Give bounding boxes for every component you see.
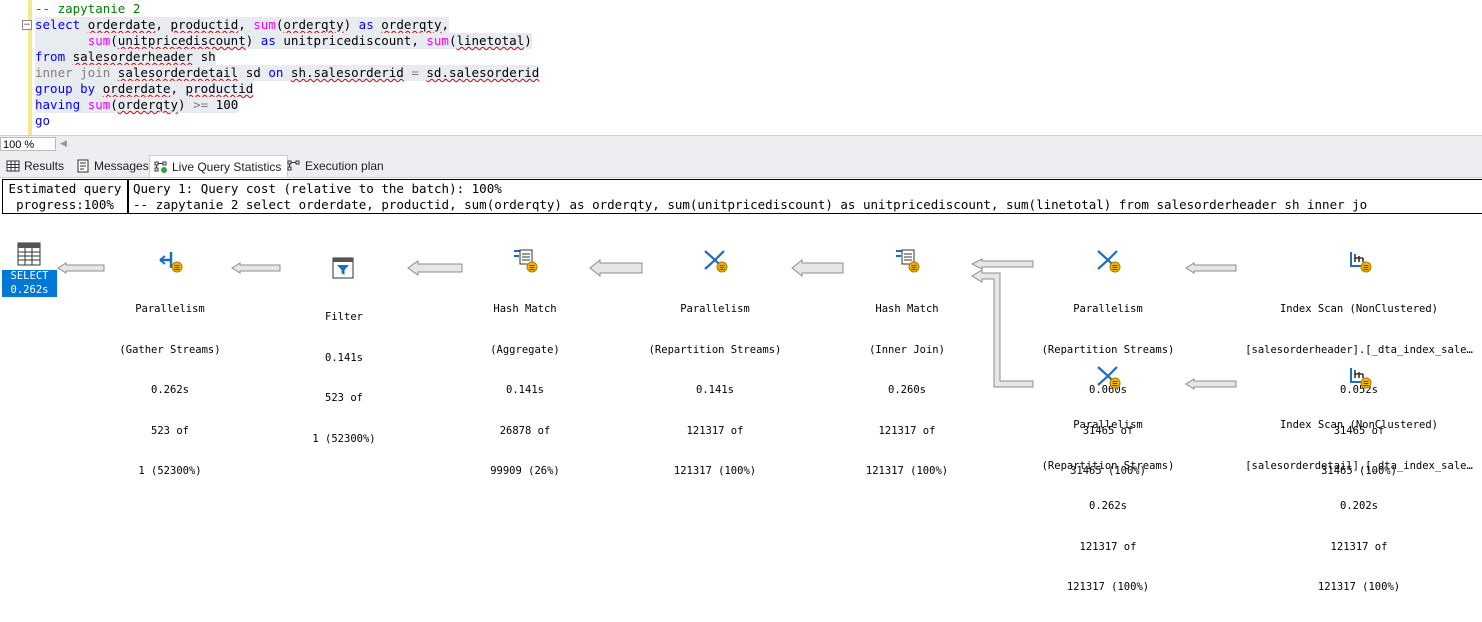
filter-rows: 523 of: [325, 392, 363, 404]
filter-time: 0.141s: [325, 351, 363, 364]
repart1-sub: (Repartition Streams): [648, 343, 782, 356]
arrow-hashagg-filter: [407, 260, 463, 276]
hashjoin-rows: 121317 of: [878, 424, 936, 437]
messages-icon: [77, 159, 89, 173]
arrow-hashjoin-repart1: [791, 258, 844, 278]
gather-name: Parallelism: [135, 303, 205, 315]
editor-status-bar: 100 % ◀: [0, 135, 1482, 153]
hashjoin-sub: (Inner Join): [869, 343, 945, 356]
scan2-rows: 121317 of: [1330, 540, 1388, 553]
scroll-left-icon[interactable]: ◀: [60, 138, 67, 149]
progress-label-1: Estimated query: [8, 181, 122, 196]
tab-messages-label: Messages: [94, 159, 149, 173]
plan-node-index-scan-detail[interactable]: Index Scan (NonClustered) [salesorderdet…: [1236, 337, 1482, 622]
select-icon[interactable]: [17, 242, 41, 266]
repart1-time: 0.141s: [696, 384, 734, 396]
select-node-time: 0.262s: [10, 283, 49, 296]
scan2-est: 121317 (100%): [1317, 581, 1401, 593]
filter-icon: [332, 257, 354, 279]
filter-name: Filter: [325, 311, 363, 323]
code-line-3[interactable]: sum(unitpricediscount) as unitpricedisco…: [35, 33, 532, 49]
plan-node-hash-match-aggregate[interactable]: Hash Match (Aggregate) 0.141s 26878 of 9…: [465, 221, 585, 506]
hashjoin-est: 121317 (100%): [865, 465, 949, 477]
arrow-repart3-hashjoin: [971, 269, 1034, 388]
tab-results[interactable]: Results: [2, 156, 70, 176]
arrow-repart2-hashjoin: [970, 258, 1034, 270]
hashagg-est: 99909 (26%): [490, 465, 560, 477]
query-cost-text: Query 1: Query cost (relative to the bat…: [133, 181, 502, 196]
repart3-sub: (Repartition Streams): [1041, 459, 1175, 472]
arrow-filter-gather: [231, 262, 281, 274]
code-line-1[interactable]: -- zapytanie 2: [35, 1, 140, 17]
repart3-est: 121317 (100%): [1066, 581, 1150, 593]
tab-messages[interactable]: Messages: [72, 156, 155, 176]
hashjoin-name: Hash Match: [875, 303, 939, 315]
code-line-4[interactable]: from salesorderheader sh: [35, 49, 216, 65]
hashagg-sub: (Aggregate): [490, 343, 560, 356]
repart3-name: Parallelism: [1073, 419, 1143, 431]
grid-icon: [6, 160, 20, 172]
repart2-name: Parallelism: [1073, 303, 1143, 315]
filter-est: 1 (52300%): [312, 432, 376, 445]
parallelism-repartition-icon: [1097, 366, 1121, 389]
hash-match-icon: [514, 249, 538, 273]
zoom-dropdown[interactable]: 100 %: [0, 137, 56, 151]
parallelism-repartition-icon: [1097, 250, 1121, 273]
query-header-box: Query 1: Query cost (relative to the bat…: [128, 179, 1482, 214]
arrow-repart1-hashagg: [589, 258, 643, 278]
tab-execution-plan[interactable]: Execution plan: [283, 156, 390, 176]
execution-plan-canvas[interactable]: SELECT 0.262s Parallelism (Gather Stream…: [0, 215, 1482, 593]
repart3-rows: 121317 of: [1079, 540, 1137, 553]
scan1-name: Index Scan (NonClustered): [1279, 303, 1439, 315]
collapse-toggle[interactable]: −: [22, 20, 32, 30]
plan-node-filter[interactable]: Filter 0.141s 523 of 1 (52300%): [296, 229, 392, 473]
index-scan-icon: [1350, 368, 1372, 389]
repart1-est: 121317 (100%): [673, 465, 757, 477]
gather-time: 0.262s: [151, 384, 189, 396]
code-line-6[interactable]: group by orderdate, productid: [35, 81, 254, 97]
gather-rows: 523 of: [151, 424, 189, 437]
plan-node-gather-streams[interactable]: Parallelism (Gather Streams) 0.262s 523 …: [110, 221, 230, 506]
plan-node-repartition-streams-3[interactable]: Parallelism (Repartition Streams) 0.262s…: [1033, 337, 1183, 622]
arrow-gather-select: [57, 262, 105, 274]
scan2-name: Index Scan (NonClustered): [1279, 419, 1439, 431]
live-stats-icon: [154, 161, 167, 173]
parallelism-gather-icon: [159, 252, 183, 273]
estimated-progress-box: Estimated query progress:100%: [2, 179, 128, 214]
tab-results-label: Results: [24, 159, 65, 173]
gather-sub: (Gather Streams): [119, 343, 221, 356]
hashjoin-time: 0.260s: [888, 384, 926, 396]
plan-node-hash-match-inner-join[interactable]: Hash Match (Inner Join) 0.260s 121317 of…: [847, 221, 967, 506]
tab-live-query-statistics-label: Live Query Statistics: [172, 159, 282, 174]
arrow-scan2-repart3: [1185, 378, 1237, 390]
repart1-rows: 121317 of: [686, 424, 744, 437]
gather-est: 1 (52300%): [138, 465, 202, 477]
repart1-name: Parallelism: [680, 303, 750, 315]
tab-execution-plan-label: Execution plan: [305, 159, 384, 173]
plan-node-repartition-streams-1[interactable]: Parallelism (Repartition Streams) 0.141s…: [640, 221, 790, 506]
plan-icon: [287, 160, 300, 171]
select-node-name: SELECT: [10, 270, 49, 282]
progress-label-2: progress:100%: [16, 197, 114, 212]
parallelism-repartition-icon: [704, 250, 728, 273]
code-line-7[interactable]: having sum(orderqty) >= 100: [35, 97, 239, 113]
hash-match-icon: [896, 249, 920, 273]
code-line-5[interactable]: inner join salesorderdetail sd on sh.sal…: [35, 65, 540, 81]
scan2-sub: [salesorderdetail].[_dta_index_sale…: [1245, 459, 1473, 472]
results-tab-bar: Results Messages Live Query Statistics E…: [0, 153, 1482, 178]
hashagg-time: 0.141s: [506, 384, 544, 396]
arrow-scan1-repart2: [1185, 262, 1237, 274]
tab-live-query-statistics[interactable]: Live Query Statistics: [149, 155, 289, 177]
scan2-time: 0.202s: [1340, 500, 1378, 512]
index-scan-icon: [1350, 252, 1372, 273]
code-line-2[interactable]: select orderdate, productid, sum(orderqt…: [35, 17, 450, 33]
code-line-8[interactable]: go: [35, 113, 50, 129]
repart3-time: 0.262s: [1089, 500, 1127, 512]
select-node-label[interactable]: SELECT 0.262s: [2, 270, 57, 297]
hashagg-name: Hash Match: [493, 303, 557, 315]
query-sql-text: -- zapytanie 2 select orderdate, product…: [133, 197, 1368, 212]
hashagg-rows: 26878 of: [499, 424, 551, 437]
query-editor[interactable]: − -- zapytanie 2 select orderdate, produ…: [0, 0, 1482, 135]
